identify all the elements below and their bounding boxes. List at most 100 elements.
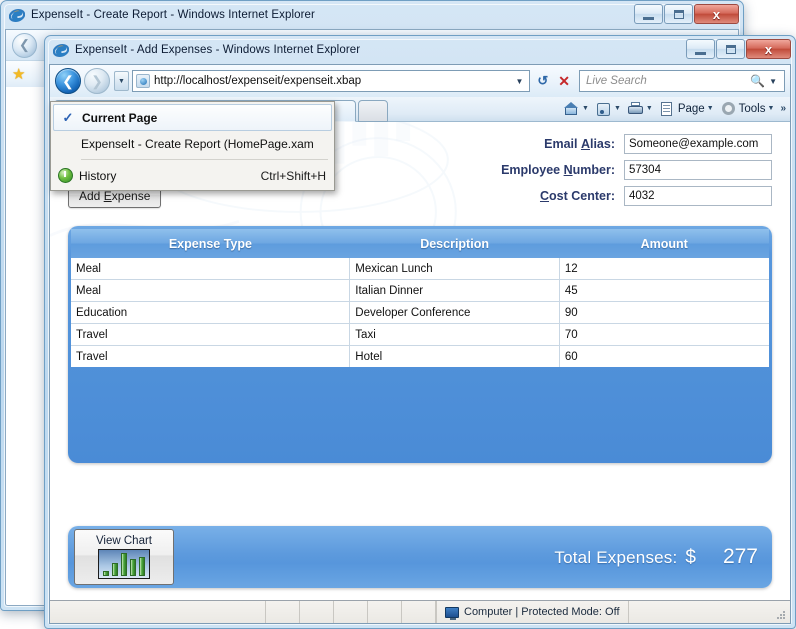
print-button[interactable]: ▼ xyxy=(625,101,655,117)
address-bar[interactable]: http://localhost/expenseit/expenseit.xba… xyxy=(132,70,530,92)
expense-form: Email Alias: Employee Number: Cost Cente… xyxy=(442,134,772,206)
status-cell xyxy=(266,601,300,623)
outer-window-titlebar[interactable]: ExpenseIt - Create Report - Windows Inte… xyxy=(1,1,743,29)
maximize-icon xyxy=(726,45,736,54)
screen: ExpenseIt - Create Report - Windows Inte… xyxy=(0,0,796,629)
email-alias-input[interactable] xyxy=(624,134,772,154)
column-header-amount[interactable]: Amount xyxy=(559,229,769,258)
outer-back-button[interactable]: ❮ xyxy=(12,33,37,58)
forward-button[interactable]: ❯ xyxy=(84,68,110,94)
cell-description: Taxi xyxy=(350,324,560,346)
checkmark-icon: ✓ xyxy=(54,105,82,130)
expense-table-body: Meal Mexican Lunch 12 Meal Italian Dinne… xyxy=(71,258,769,367)
view-chart-button[interactable]: View Chart xyxy=(74,529,174,585)
chevron-down-icon[interactable]: ▼ xyxy=(768,105,775,112)
menu-item-label: History xyxy=(79,169,249,183)
menu-item-shortcut: Ctrl+Shift+H xyxy=(261,169,326,183)
inner-window-title: ExpenseIt - Add Expenses - Windows Inter… xyxy=(75,44,360,56)
email-alias-label: Email Alias: xyxy=(442,137,615,151)
search-input[interactable]: Live Search xyxy=(586,75,750,87)
chevron-down-icon[interactable]: ▼ xyxy=(707,105,714,112)
home-button[interactable]: ▼ xyxy=(561,101,591,117)
cell-description: Hotel xyxy=(350,346,560,368)
tools-icon xyxy=(720,101,737,117)
feeds-icon xyxy=(595,101,612,117)
cell-amount: 70 xyxy=(559,324,769,346)
menu-item-current-page[interactable]: ✓ Current Page xyxy=(53,104,332,131)
column-header-description[interactable]: Description xyxy=(350,229,560,258)
chevron-down-icon[interactable]: ▼ xyxy=(614,105,621,112)
inner-window-controls[interactable]: x xyxy=(686,39,791,59)
refresh-icon[interactable]: ↺ xyxy=(533,73,552,89)
outer-window-title: ExpenseIt - Create Report - Windows Inte… xyxy=(31,9,315,21)
search-box[interactable]: Live Search 🔍 ▼ xyxy=(579,70,785,92)
command-bar-overflow-button[interactable]: » xyxy=(780,103,786,114)
page-menu-button[interactable]: Page ▼ xyxy=(657,101,716,117)
address-value: http://localhost/expenseit/expenseit.xba… xyxy=(154,75,511,87)
cost-center-label: Cost Center: xyxy=(442,189,615,203)
cost-center-input[interactable] xyxy=(624,186,772,206)
chevron-down-icon[interactable]: ▼ xyxy=(646,105,653,112)
tools-menu-label: Tools xyxy=(739,103,766,115)
menu-item-history[interactable]: History Ctrl+Shift+H xyxy=(51,163,334,188)
cell-expense-type: Meal xyxy=(71,258,350,280)
table-row[interactable]: Meal Italian Dinner 45 xyxy=(71,280,769,302)
feeds-button[interactable]: ▼ xyxy=(593,101,623,117)
column-header-expense-type[interactable]: Expense Type xyxy=(71,229,350,258)
security-zone-text: Computer | Protected Mode: Off xyxy=(464,606,620,618)
close-icon: x xyxy=(765,43,772,56)
status-cell xyxy=(300,601,334,623)
table-row[interactable]: Education Developer Conference 90 xyxy=(71,302,769,324)
resize-grip[interactable] xyxy=(775,609,787,621)
ie-logo-icon xyxy=(53,42,69,58)
table-row[interactable]: Travel Taxi 70 xyxy=(71,324,769,346)
close-button[interactable]: x xyxy=(694,4,739,24)
minimize-icon xyxy=(695,49,706,55)
recent-pages-menu[interactable]: ✓ Current Page ExpenseIt - Create Report… xyxy=(50,101,335,191)
cell-expense-type: Travel xyxy=(71,346,350,368)
security-zone-indicator[interactable]: Computer | Protected Mode: Off xyxy=(436,601,629,623)
command-bar: ▼ ▼ ▼ Page ▼ xyxy=(561,97,790,120)
minimize-button[interactable] xyxy=(634,4,663,24)
history-icon xyxy=(51,163,79,188)
cell-expense-type: Education xyxy=(71,302,350,324)
favorites-star-icon[interactable]: ★ xyxy=(12,65,25,83)
outer-window-controls[interactable]: x xyxy=(634,4,739,24)
employee-number-input[interactable] xyxy=(624,160,772,180)
status-bar: Computer | Protected Mode: Off xyxy=(50,600,790,623)
back-button[interactable]: ❮ xyxy=(55,68,81,94)
expense-app: Email Alias: Employee Number: Cost Cente… xyxy=(50,122,790,600)
total-expenses-display: Total Expenses: $ 277 xyxy=(554,545,758,569)
table-row[interactable]: Meal Mexican Lunch 12 xyxy=(71,258,769,280)
page-icon xyxy=(659,101,676,117)
address-chevron-down-icon[interactable]: ▼ xyxy=(511,77,527,86)
cell-amount: 90 xyxy=(559,302,769,324)
tools-menu-button[interactable]: Tools ▼ xyxy=(718,101,777,117)
cell-expense-type: Travel xyxy=(71,324,350,346)
view-chart-label: View Chart xyxy=(96,535,152,547)
close-button[interactable]: x xyxy=(746,39,791,59)
close-icon: x xyxy=(713,8,720,21)
table-header-row: Expense Type Description Amount xyxy=(71,229,769,258)
cell-amount: 60 xyxy=(559,346,769,368)
cell-amount: 45 xyxy=(559,280,769,302)
menu-item-label: Current Page xyxy=(82,111,323,125)
cell-description: Developer Conference xyxy=(350,302,560,324)
minimize-button[interactable] xyxy=(686,39,715,59)
cell-description: Italian Dinner xyxy=(350,280,560,302)
maximize-button[interactable] xyxy=(716,39,745,59)
total-expenses-label: Total Expenses: xyxy=(554,548,677,568)
search-icon[interactable]: 🔍 xyxy=(750,74,765,88)
inner-window-titlebar[interactable]: ExpenseIt - Add Expenses - Windows Inter… xyxy=(45,36,795,64)
stop-icon[interactable]: ✕ xyxy=(555,73,573,90)
table-row[interactable]: Travel Hotel 60 xyxy=(71,346,769,368)
maximize-icon xyxy=(674,10,684,19)
chevron-down-icon[interactable]: ▼ xyxy=(582,105,589,112)
menu-item-create-report[interactable]: ExpenseIt - Create Report (HomePage.xam xyxy=(51,131,334,156)
currency-symbol: $ xyxy=(685,547,696,569)
recent-pages-dropdown-button[interactable]: ▼ xyxy=(114,71,129,91)
maximize-button[interactable] xyxy=(664,4,693,24)
total-expenses-value: 277 xyxy=(704,545,758,569)
search-chevron-down-icon[interactable]: ▼ xyxy=(765,77,781,86)
new-tab-button[interactable] xyxy=(358,100,388,122)
